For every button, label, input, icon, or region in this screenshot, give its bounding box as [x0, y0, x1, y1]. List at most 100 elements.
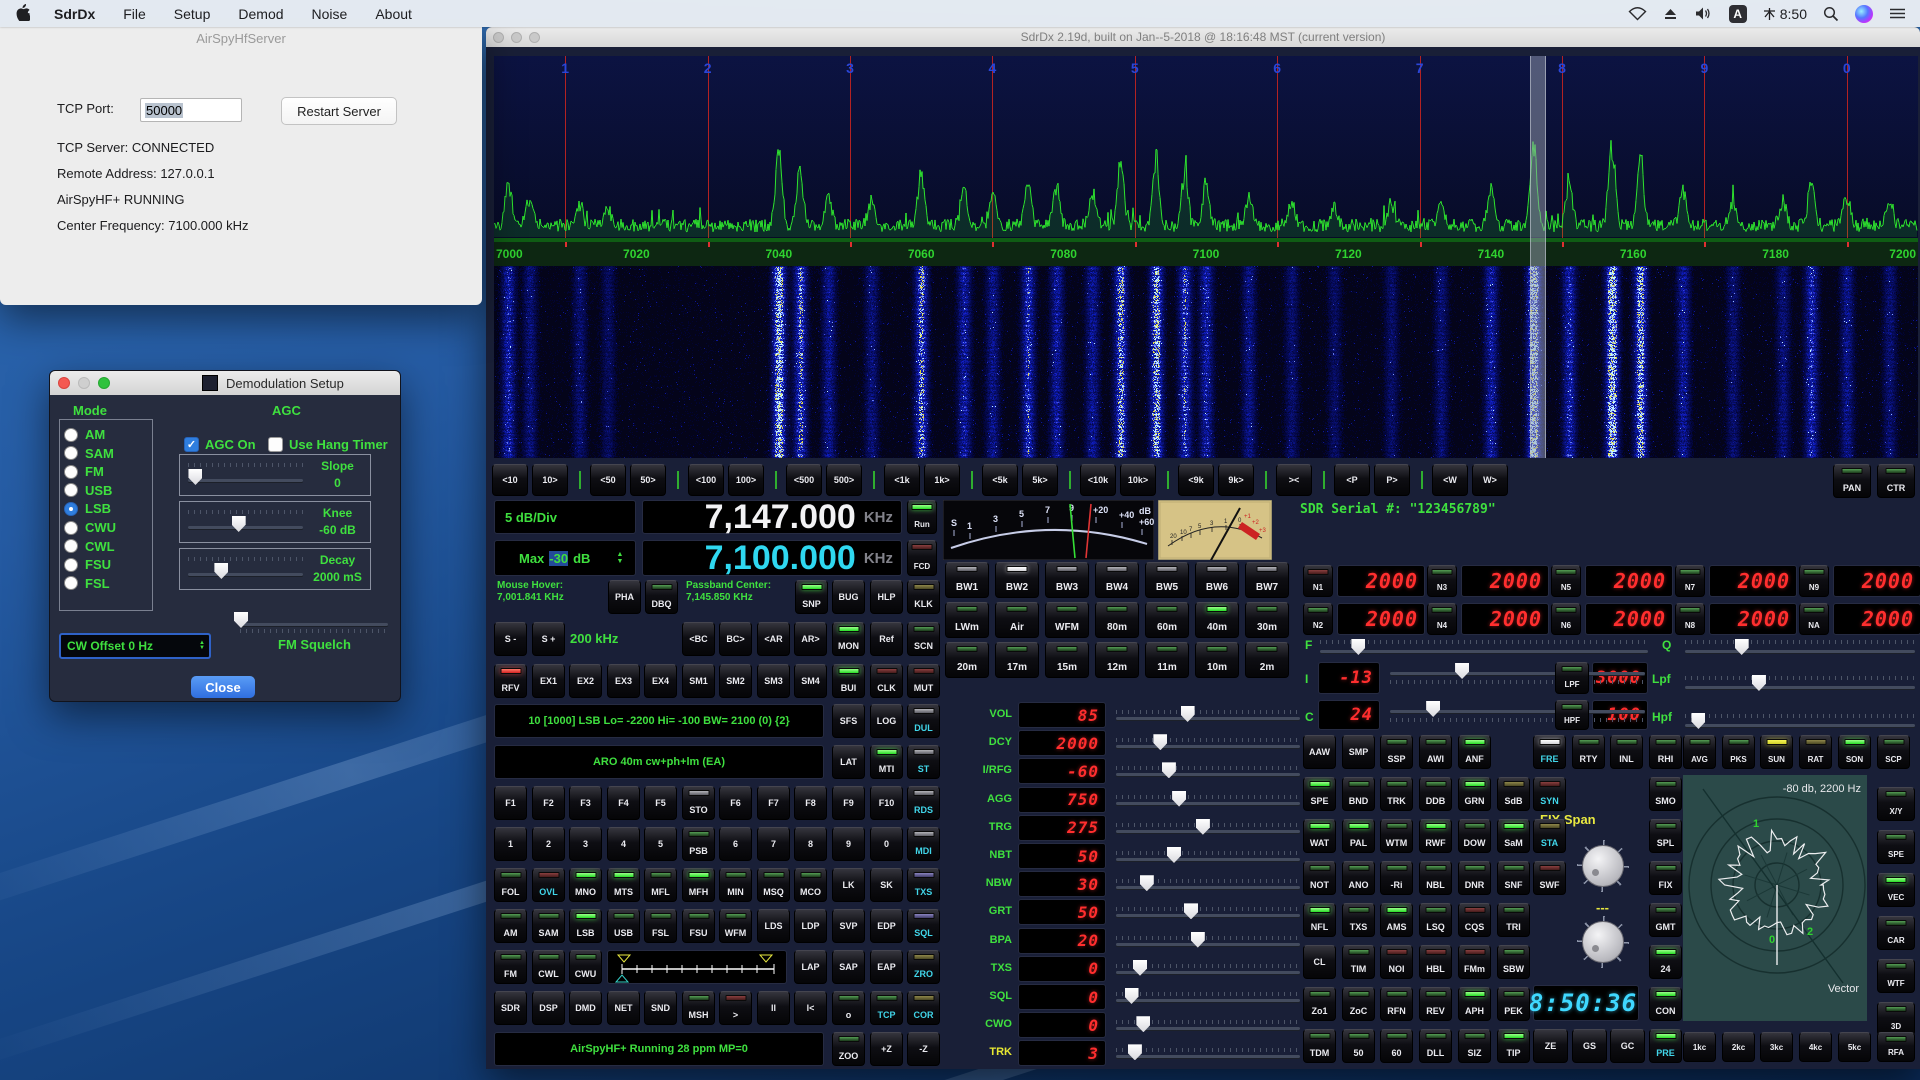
btn-bw3[interactable]: BW3: [1045, 562, 1089, 598]
btn-run[interactable]: Run: [907, 500, 937, 534]
btn-zro[interactable]: ZRO: [907, 950, 940, 984]
btn-10[interactable]: 10>: [532, 464, 568, 496]
btn-ctr[interactable]: CTR: [1877, 464, 1915, 498]
menu-app-name[interactable]: SdrDx: [40, 6, 109, 22]
btn-gc[interactable]: GC: [1610, 1029, 1645, 1063]
mode-radio-cwl[interactable]: [64, 539, 78, 553]
waterfall-display[interactable]: [494, 266, 1918, 458]
btn-son[interactable]: SON: [1838, 735, 1871, 769]
btn-trk[interactable]: TRK: [1380, 777, 1413, 811]
btn-ssp[interactable]: SSP: [1380, 735, 1413, 769]
btn-sm4[interactable]: SM4: [794, 664, 827, 698]
btn-am[interactable]: AM: [494, 909, 527, 943]
btn-tip[interactable]: TIP: [1497, 1029, 1530, 1063]
btn-n1[interactable]: N1: [1303, 565, 1333, 597]
btn-rty[interactable]: RTY: [1572, 735, 1605, 769]
btn-f10[interactable]: F10: [870, 786, 903, 820]
btn-awi[interactable]: AWI: [1419, 735, 1452, 769]
btn-fsu[interactable]: FSU: [682, 909, 715, 943]
btn-syn[interactable]: SYN: [1533, 777, 1566, 811]
btn-1k[interactable]: 1k>: [924, 464, 960, 496]
btn-5[interactable]: 5: [644, 827, 677, 861]
btn-ll[interactable]: ll: [757, 991, 790, 1025]
btn-n8[interactable]: N8: [1675, 603, 1705, 635]
btn-pha[interactable]: PHA: [608, 580, 641, 614]
btn-8[interactable]: 8: [794, 827, 827, 861]
btn-sap[interactable]: SAP: [832, 950, 865, 984]
btn-dbq[interactable]: DBQ: [645, 580, 678, 614]
btn-swf[interactable]: SWF: [1533, 861, 1566, 895]
btn-zoc[interactable]: ZoC: [1342, 987, 1375, 1021]
btn-mno[interactable]: MNO: [569, 868, 602, 902]
btn-sm3[interactable]: SM3: [757, 664, 790, 698]
agc-decay-handle[interactable]: [214, 563, 228, 579]
fine-tune-knob[interactable]: [1582, 921, 1624, 963]
restart-server-button[interactable]: Restart Server: [281, 97, 397, 125]
menu-item-noise[interactable]: Noise: [298, 6, 362, 22]
demod-titlebar[interactable]: Demodulation Setup: [50, 371, 400, 395]
menu-item-about[interactable]: About: [361, 6, 426, 22]
btn-50[interactable]: 50: [1342, 1029, 1375, 1063]
btn-x-y[interactable]: X/Y: [1877, 787, 1915, 821]
btn-1k[interactable]: <1k: [884, 464, 920, 496]
btn-5k[interactable]: <5k: [982, 464, 1018, 496]
btn-rds[interactable]: RDS: [907, 786, 940, 820]
frequency-scale[interactable]: 7000702070407060708071007120714071607180…: [494, 242, 1918, 266]
btn-not[interactable]: NOT: [1303, 861, 1336, 895]
btn-50[interactable]: 50>: [630, 464, 666, 496]
btn-bw2[interactable]: BW2: [995, 562, 1039, 598]
btn-500[interactable]: 500>: [826, 464, 862, 496]
menu-item-setup[interactable]: Setup: [160, 6, 225, 22]
minimize-traffic-light[interactable]: [78, 377, 90, 389]
hang-timer-checkbox[interactable]: [268, 437, 283, 452]
btn-40m[interactable]: 40m: [1195, 602, 1239, 638]
btn-11m[interactable]: 11m: [1145, 642, 1189, 678]
btn-bw6[interactable]: BW6: [1195, 562, 1239, 598]
btn-w[interactable]: <W: [1432, 464, 1468, 496]
btn-80m[interactable]: 80m: [1095, 602, 1139, 638]
btn-lwm[interactable]: LWm: [945, 602, 989, 638]
search-icon[interactable]: [1823, 6, 1839, 22]
btn-10k[interactable]: <10k: [1080, 464, 1116, 496]
btn-sdb[interactable]: SdB: [1497, 777, 1530, 811]
btn-ex1[interactable]: EX1: [532, 664, 565, 698]
menu-item-file[interactable]: File: [109, 6, 160, 22]
btn-12m[interactable]: 12m: [1095, 642, 1139, 678]
btn-2[interactable]: 2: [532, 827, 565, 861]
btn-anf[interactable]: ANF: [1458, 735, 1491, 769]
btn-pek[interactable]: PEK: [1497, 987, 1530, 1021]
btn-sdr[interactable]: SDR: [494, 991, 527, 1025]
btn-lds[interactable]: LDS: [757, 909, 790, 943]
btn-100[interactable]: 100>: [728, 464, 764, 496]
btn-n7[interactable]: N7: [1675, 565, 1705, 597]
btn-60m[interactable]: 60m: [1145, 602, 1189, 638]
btn-lk[interactable]: LK: [832, 868, 865, 902]
btn-nbl[interactable]: NBL: [1419, 861, 1452, 895]
btn-txs[interactable]: TXS: [907, 868, 940, 902]
btn-ar[interactable]: <AR: [757, 622, 790, 656]
btn-o[interactable]: o: [832, 991, 865, 1025]
tcp-port-input[interactable]: 50000: [140, 98, 242, 122]
btn-snd[interactable]: SND: [644, 991, 677, 1025]
btn-smo[interactable]: SMO: [1649, 777, 1682, 811]
btn-p[interactable]: <P: [1334, 464, 1370, 496]
fix-span-knob[interactable]: [1582, 845, 1624, 887]
btn-scn[interactable]: SCN: [907, 622, 940, 656]
btn-wtm[interactable]: WTM: [1380, 819, 1413, 853]
cw-offset-spinner[interactable]: ▲▼: [199, 641, 205, 651]
btn-tim[interactable]: TIM: [1342, 945, 1375, 979]
btn-klk[interactable]: KLK: [907, 580, 940, 614]
btn-l[interactable]: l<: [794, 991, 827, 1025]
btn-spl[interactable]: SPL: [1649, 819, 1682, 853]
btn-2kc[interactable]: 2kc: [1722, 1032, 1755, 1062]
btn-fm[interactable]: FM: [494, 950, 527, 984]
btn-pan[interactable]: PAN: [1833, 464, 1871, 498]
eject-icon[interactable]: [1663, 7, 1678, 20]
spectrum-display[interactable]: [494, 56, 1918, 242]
btn-st[interactable]: ST: [907, 745, 940, 779]
btn-zoo[interactable]: ZOO: [832, 1032, 865, 1066]
btn-ex3[interactable]: EX3: [607, 664, 640, 698]
btn-msh[interactable]: MSH: [682, 991, 715, 1025]
btn-mts[interactable]: MTS: [607, 868, 640, 902]
btn-cor[interactable]: COR: [907, 991, 940, 1025]
